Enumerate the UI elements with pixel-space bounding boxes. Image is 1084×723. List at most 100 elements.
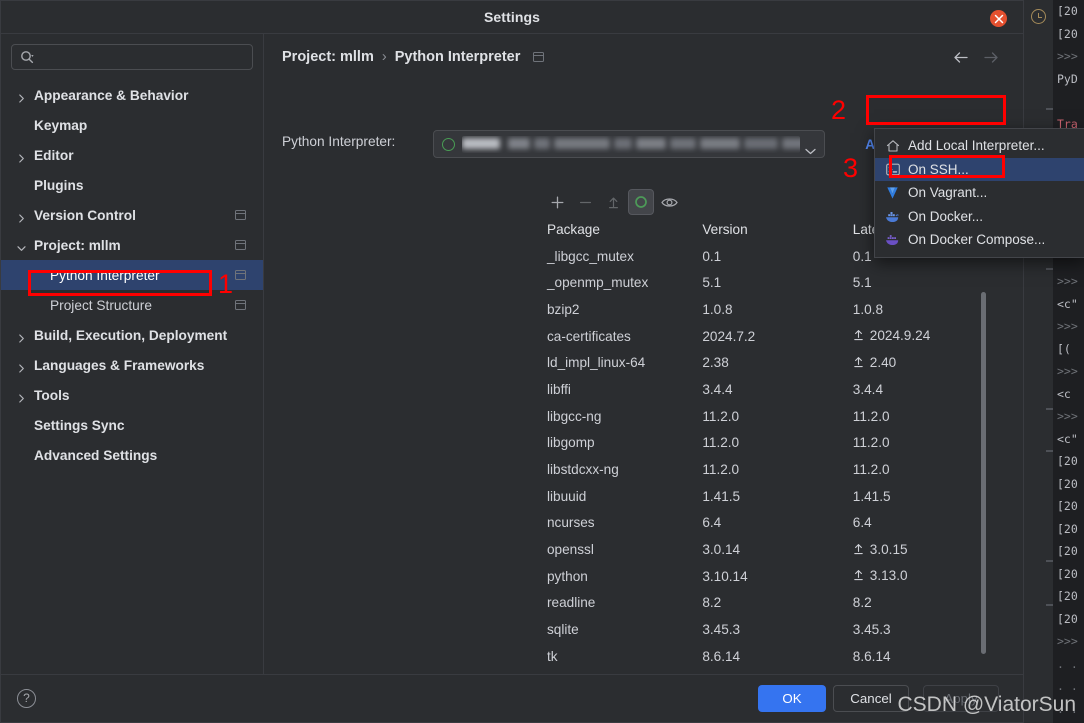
chevron-right-icon[interactable] [17, 91, 25, 103]
menu-item-on-docker-compose[interactable]: On Docker Compose... [875, 228, 1084, 252]
table-row[interactable]: ca-certificates 2024.7.2 2024.9.24 [544, 323, 995, 350]
sidebar-item-label: Advanced Settings [34, 447, 158, 463]
dialog-footer: ? OK Cancel Apply [1, 674, 1023, 722]
package-scrollbar[interactable] [980, 292, 987, 654]
docker-compose-whale-icon [885, 232, 900, 247]
table-row[interactable]: readline 8.2 8.2 [544, 590, 995, 617]
chevron-right-icon[interactable] [17, 211, 25, 223]
chevron-down-icon[interactable] [17, 241, 26, 251]
package-name: readline [547, 595, 596, 611]
upgrade-arrow-icon[interactable] [853, 543, 864, 558]
table-row[interactable]: libgomp 11.2.0 11.2.0 [544, 430, 995, 457]
cancel-button[interactable]: Cancel [833, 685, 909, 712]
table-row[interactable]: sqlite 3.45.3 3.45.3 [544, 616, 995, 643]
console-line: >>> [1057, 364, 1078, 378]
column-header-version[interactable]: Version [702, 222, 849, 237]
sidebar-item-build-execution-deployment[interactable]: Build, Execution, Deployment [1, 320, 263, 350]
package-latest-version: 0.1 [852, 248, 872, 264]
chevron-right-icon[interactable] [17, 151, 25, 163]
table-row[interactable]: tk 8.6.14 8.6.14 [544, 643, 995, 666]
package-scrollbar-thumb[interactable] [981, 292, 986, 654]
upgrade-arrow-icon[interactable] [853, 329, 864, 344]
table-row[interactable]: libgcc-ng 11.2.0 11.2.0 [544, 403, 995, 430]
package-latest-version: 11.2.0 [852, 435, 890, 451]
sidebar-item-settings-sync[interactable]: Settings Sync [1, 410, 263, 440]
search-input[interactable] [40, 45, 248, 69]
close-icon[interactable] [990, 10, 1007, 27]
sidebar-item-languages-frameworks[interactable]: Languages & Frameworks [1, 350, 263, 380]
package-version: 3.45.3 [702, 622, 741, 638]
menu-item-label: On Docker Compose... [908, 232, 1046, 248]
sidebar-item-keymap[interactable]: Keymap [1, 110, 263, 140]
breadcrumb-project[interactable]: Project: mllm [282, 49, 374, 65]
menu-item-on-docker[interactable]: On Docker... [875, 205, 1084, 229]
sidebar-item-editor[interactable]: Editor [1, 140, 263, 170]
chevron-right-icon[interactable] [17, 391, 25, 403]
breadcrumb: Project: mllm › Python Interpreter [282, 49, 545, 65]
search-box[interactable] [11, 44, 253, 70]
show-conda-packages-button[interactable] [628, 189, 654, 215]
upgrade-arrow-icon[interactable] [853, 569, 864, 584]
console-line: [20 [1057, 566, 1078, 581]
sidebar-item-python-interpreter[interactable]: Python Interpreter [1, 260, 263, 290]
dialog-body: Appearance & Behavior Keymap Editor Plugins… [1, 34, 1023, 674]
package-latest-version-cell: 2024.9.24 [850, 328, 995, 344]
sidebar-item-project-structure[interactable]: Project Structure [1, 290, 263, 320]
table-row[interactable]: libuuid 1.41.5 1.41.5 [544, 483, 995, 510]
package-latest-version: 3.4.4 [852, 381, 884, 397]
package-latest-version: 11.2.0 [852, 408, 890, 424]
show-early-releases-button[interactable] [656, 189, 682, 215]
ok-button[interactable]: OK [758, 685, 826, 712]
sidebar-item-advanced-settings[interactable]: Advanced Settings [1, 440, 263, 470]
sidebar-item-label: Project Structure [50, 297, 152, 313]
chevron-down-icon[interactable] [805, 142, 816, 160]
package-latest-version-cell: 11.2.0 [850, 435, 995, 450]
table-row[interactable]: _openmp_mutex 5.1 5.1 [544, 269, 995, 296]
console-line-list: [20 [20 >>> PyD Tra >>> <c" >>>[(>>> <c >>> <c" [20… [1057, 0, 1084, 723]
package-name: tk [547, 648, 558, 664]
chevron-right-icon[interactable] [17, 331, 25, 343]
add-package-button[interactable] [544, 189, 570, 215]
table-row[interactable]: python 3.10.14 3.13.0 [544, 563, 995, 590]
interpreter-path-redacted [462, 136, 800, 153]
package-version: 2024.7.2 [702, 328, 756, 344]
table-row[interactable]: bzip2 1.0.8 1.0.8 [544, 296, 995, 323]
apply-button: Apply [923, 685, 999, 712]
clock-icon [1031, 9, 1046, 24]
chevron-right-icon[interactable] [17, 361, 25, 373]
package-name: libgomp [547, 435, 595, 451]
table-row[interactable]: libffi 3.4.4 3.4.4 [544, 376, 995, 403]
sidebar-item-project-mllm[interactable]: Project: mllm [1, 230, 263, 260]
table-row[interactable]: libstdcxx-ng 11.2.0 11.2.0 [544, 456, 995, 483]
package-name: _libgcc_mutex [547, 248, 634, 264]
package-name: python [547, 568, 588, 584]
sidebar-item-label: Build, Execution, Deployment [34, 327, 228, 343]
table-row[interactable]: ncurses 6.4 6.4 [544, 510, 995, 537]
menu-item-label: On Vagrant... [908, 185, 988, 201]
menu-item-on-ssh[interactable]: On SSH... [875, 157, 1084, 181]
table-row[interactable]: openssl 3.0.14 3.0.15 [544, 536, 995, 563]
sidebar-item-plugins[interactable]: Plugins [1, 170, 263, 200]
menu-item-on-vagrant[interactable]: On Vagrant... [875, 181, 1084, 205]
sidebar-item-appearance-behavior[interactable]: Appearance & Behavior [1, 80, 263, 110]
scope-badge-icon [235, 270, 246, 280]
terminal-icon [885, 162, 900, 177]
package-name: bzip2 [547, 301, 580, 317]
package-name: libffi [547, 381, 571, 397]
package-name: ld_impl_linux-64 [547, 355, 646, 371]
sidebar-item-tools[interactable]: Tools [1, 380, 263, 410]
sidebar-item-version-control[interactable]: Version Control [1, 200, 263, 230]
sidebar-item-label: Appearance & Behavior [34, 87, 189, 103]
column-header-package[interactable]: Package [544, 222, 702, 237]
package-latest-version: 3.0.15 [869, 541, 908, 557]
interpreter-combo[interactable] [433, 130, 825, 158]
search-icon [20, 50, 35, 70]
sidebar-item-label: Plugins [34, 177, 84, 193]
help-button[interactable]: ? [17, 689, 36, 708]
arrow-left-icon[interactable] [953, 51, 969, 69]
docker-whale-icon [885, 209, 900, 224]
table-row[interactable]: ld_impl_linux-64 2.38 2.40 [544, 349, 995, 376]
home-icon [885, 138, 900, 153]
upgrade-arrow-icon[interactable] [853, 356, 864, 371]
menu-item-add-local-interpreter[interactable]: Add Local Interpreter... [875, 134, 1084, 158]
